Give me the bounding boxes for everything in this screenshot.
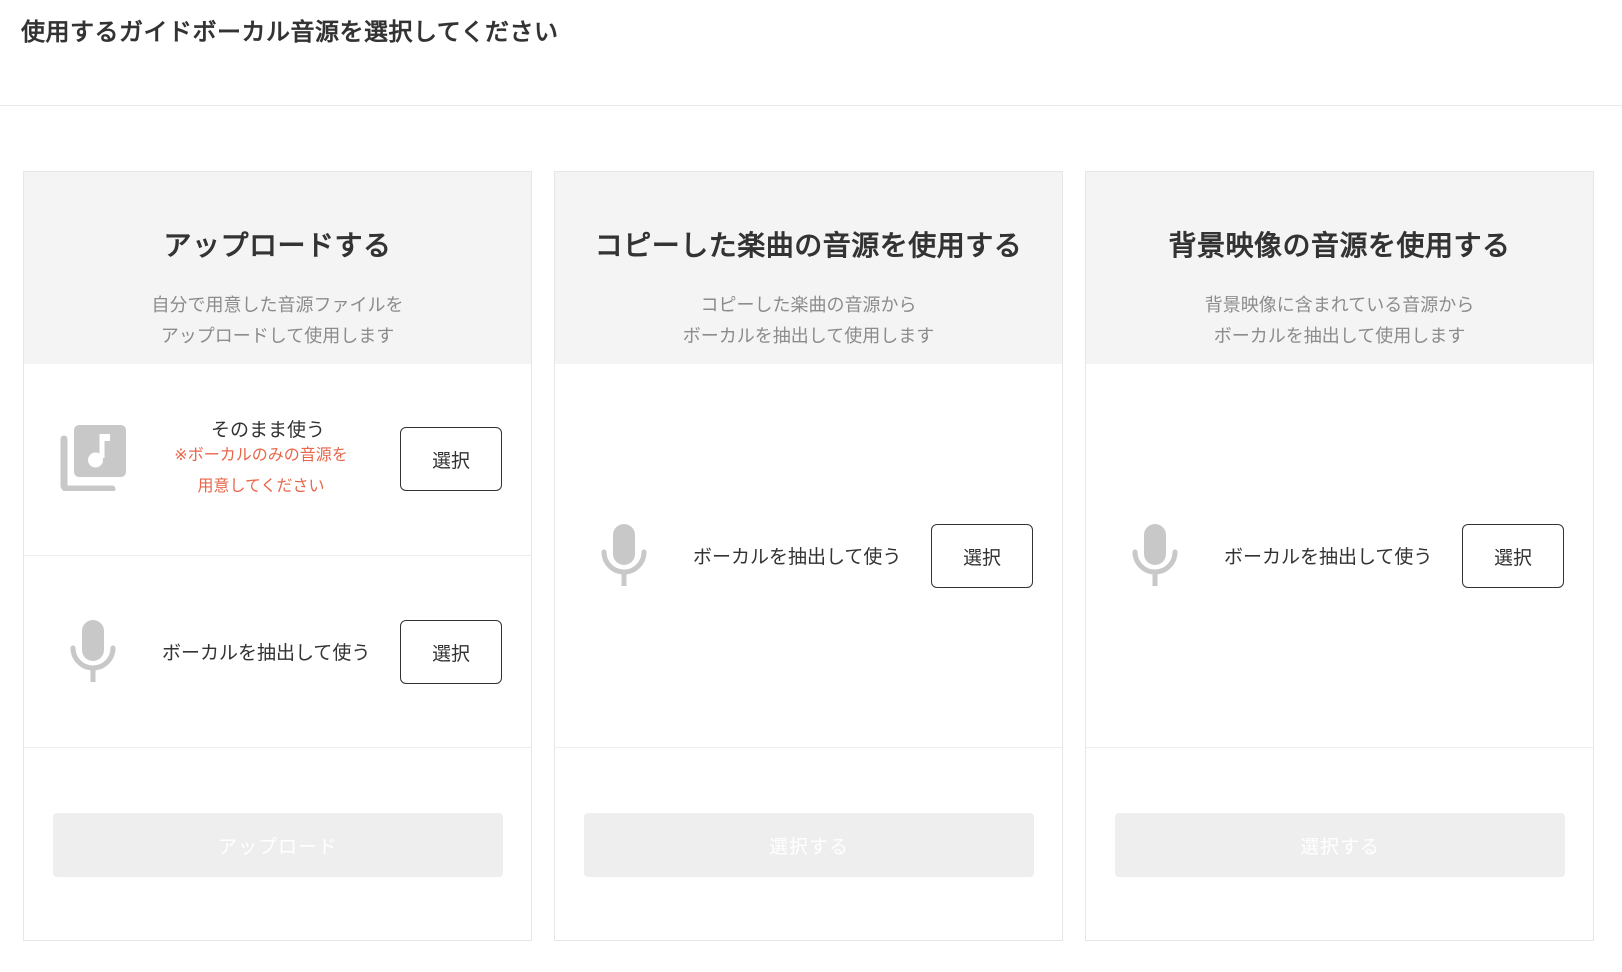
card-background-video: 背景映像の音源を使用する 背景映像に含まれている音源から ボーカルを抽出して使用…	[1085, 171, 1594, 941]
select-button[interactable]: 選択	[931, 524, 1033, 588]
select-button[interactable]: 選択	[400, 427, 502, 491]
card-description-line: アップロードして使用します	[160, 326, 395, 347]
page: 使用するガイドボーカル音源を選択してください アップロードする 自分で用意した音…	[0, 0, 1622, 972]
option-use-as-is: そのまま使う ※ボーカルのみの音源を 用意してください 選択	[24, 364, 531, 556]
page-title: 使用するガイドボーカル音源を選択してください	[21, 18, 559, 46]
option-label: ボーカルを抽出して使う	[1224, 546, 1433, 568]
upload-button[interactable]: アップロード	[53, 813, 503, 877]
card-title: 背景映像の音源を使用する	[1168, 229, 1511, 262]
option-note-line: 用意してください	[197, 476, 325, 495]
option-extract-vocal: ボーカルを抽出して使う 選択	[555, 364, 1062, 747]
card-description-line: 背景映像に含まれている音源から	[1204, 295, 1475, 316]
card-header: 背景映像の音源を使用する 背景映像に含まれている音源から ボーカルを抽出して使用…	[1086, 172, 1593, 364]
card-copied-song: コピーした楽曲の音源を使用する コピーした楽曲の音源から ボーカルを抽出して使用…	[554, 171, 1063, 941]
option-extract-vocal: ボーカルを抽出して使う 選択	[24, 556, 531, 747]
option-note-line: ※ボーカルのみの音源を	[174, 445, 348, 464]
divider	[24, 747, 531, 748]
microphone-icon	[70, 620, 116, 686]
card-header: コピーした楽曲の音源を使用する コピーした楽曲の音源から ボーカルを抽出して使用…	[555, 172, 1062, 364]
card-description-line: ボーカルを抽出して使用します	[682, 326, 935, 347]
microphone-icon	[1132, 524, 1178, 590]
select-button[interactable]: 選択	[400, 620, 502, 684]
option-label: ボーカルを抽出して使う	[162, 642, 371, 664]
divider	[1086, 747, 1593, 748]
option-label: そのまま使う	[211, 419, 326, 441]
page-header: 使用するガイドボーカル音源を選択してください	[0, 0, 1622, 106]
option-label: ボーカルを抽出して使う	[693, 546, 902, 568]
confirm-select-button[interactable]: 選択する	[1115, 813, 1565, 877]
microphone-icon	[601, 524, 647, 590]
card-description-line: ボーカルを抽出して使用します	[1213, 326, 1466, 347]
option-extract-vocal: ボーカルを抽出して使う 選択	[1086, 364, 1593, 747]
card-upload: アップロードする 自分で用意した音源ファイルを アップロードして使用します その…	[23, 171, 532, 941]
card-header: アップロードする 自分で用意した音源ファイルを アップロードして使用します	[24, 172, 531, 364]
card-title: コピーした楽曲の音源を使用する	[594, 229, 1023, 262]
card-description: 自分で用意した音源ファイルを アップロードして使用します	[24, 290, 531, 352]
card-description-line: 自分で用意した音源ファイルを	[151, 295, 404, 316]
card-title: アップロードする	[163, 229, 392, 262]
confirm-select-button[interactable]: 選択する	[584, 813, 1034, 877]
divider	[555, 747, 1062, 748]
music-library-icon	[60, 425, 126, 495]
card-description: 背景映像に含まれている音源から ボーカルを抽出して使用します	[1086, 290, 1593, 352]
select-button[interactable]: 選択	[1462, 524, 1564, 588]
card-description-line: コピーした楽曲の音源から	[700, 295, 917, 316]
option-note: ※ボーカルのみの音源を 用意してください	[174, 439, 348, 501]
card-description: コピーした楽曲の音源から ボーカルを抽出して使用します	[555, 290, 1062, 352]
